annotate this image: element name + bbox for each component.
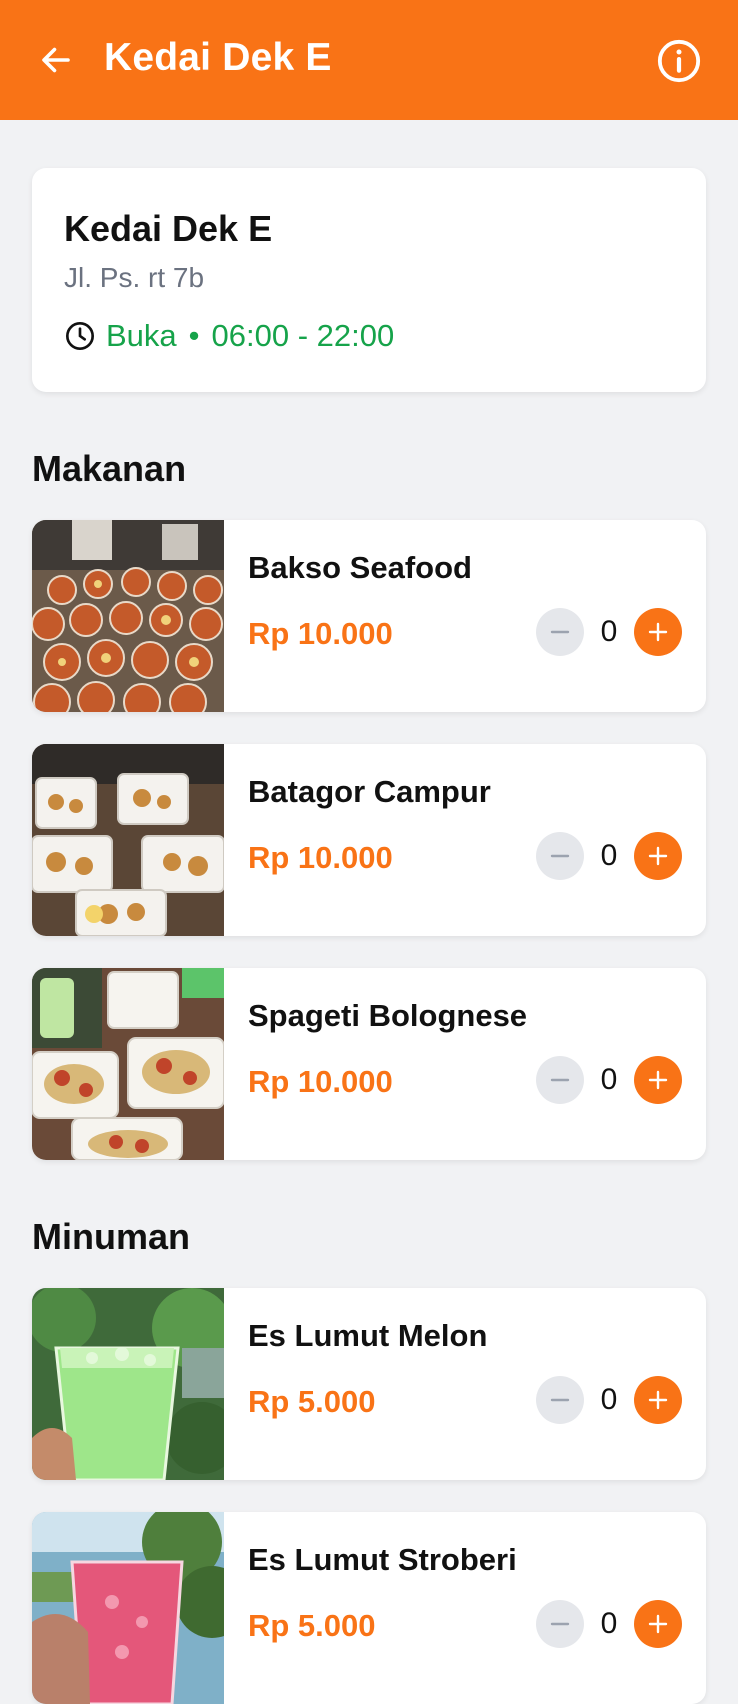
- minus-icon: [550, 1622, 570, 1626]
- item-price: Rp 10.000: [248, 840, 393, 875]
- quantity-stepper: 0: [536, 1056, 682, 1104]
- back-button[interactable]: [36, 40, 76, 80]
- item-quantity: 0: [600, 839, 618, 872]
- item-name: Bakso Seafood: [248, 550, 472, 585]
- minus-icon: [550, 1398, 570, 1402]
- menu-item[interactable]: Es Lumut Melon Rp 5.000 0: [32, 1288, 706, 1480]
- item-price: Rp 10.000: [248, 1064, 393, 1099]
- clock-icon: [64, 320, 96, 352]
- quantity-stepper: 0: [536, 608, 682, 656]
- menu-item[interactable]: Es Lumut Stroberi Rp 5.000 0: [32, 1512, 706, 1704]
- item-photo: [32, 520, 224, 712]
- minus-icon: [550, 854, 570, 858]
- menu-item[interactable]: Spageti Bolognese Rp 10.000 0: [32, 968, 706, 1160]
- item-price: Rp 10.000: [248, 616, 393, 651]
- item-photo: [32, 968, 224, 1160]
- quantity-stepper: 0: [536, 1376, 682, 1424]
- item-price: Rp 5.000: [248, 1608, 376, 1643]
- decrease-button[interactable]: [536, 1376, 584, 1424]
- increase-button[interactable]: [634, 1056, 682, 1104]
- item-quantity: 0: [600, 1383, 618, 1416]
- plus-icon: [648, 622, 668, 642]
- quantity-stepper: 0: [536, 1600, 682, 1648]
- store-name: Kedai Dek E: [64, 208, 273, 249]
- store-address: Jl. Ps. rt 7b: [64, 262, 205, 293]
- increase-button[interactable]: [634, 608, 682, 656]
- status-separator: •: [188, 318, 200, 353]
- item-quantity: 0: [600, 1607, 618, 1640]
- quantity-stepper: 0: [536, 832, 682, 880]
- plus-icon: [648, 846, 668, 866]
- item-name: Es Lumut Melon: [248, 1318, 488, 1353]
- store-hours-range: 06:00 - 22:00: [211, 318, 395, 353]
- decrease-button[interactable]: [536, 608, 584, 656]
- section-title-minuman: Minuman: [32, 1216, 190, 1257]
- increase-button[interactable]: [634, 1376, 682, 1424]
- item-photo: [32, 1512, 224, 1704]
- page-title: Kedai Dek E: [104, 36, 332, 79]
- info-button[interactable]: [656, 38, 702, 84]
- store-hours: Buka • 06:00 - 22:00: [64, 318, 394, 354]
- plus-icon: [648, 1070, 668, 1090]
- item-name: Spageti Bolognese: [248, 998, 528, 1033]
- item-quantity: 0: [600, 1063, 618, 1096]
- arrow-left-icon: [42, 47, 70, 73]
- item-price: Rp 5.000: [248, 1384, 376, 1419]
- item-name: Es Lumut Stroberi: [248, 1542, 517, 1577]
- app-bar: Kedai Dek E: [0, 0, 738, 120]
- item-name: Batagor Campur: [248, 774, 491, 809]
- plus-icon: [648, 1614, 668, 1634]
- info-circle-icon: [657, 39, 701, 83]
- increase-button[interactable]: [634, 1600, 682, 1648]
- decrease-button[interactable]: [536, 1056, 584, 1104]
- store-info-card: Kedai Dek E Jl. Ps. rt 7b Buka • 06:00 -…: [32, 168, 706, 392]
- menu-item[interactable]: Bakso Seafood Rp 10.000 0: [32, 520, 706, 712]
- decrease-button[interactable]: [536, 832, 584, 880]
- minus-icon: [550, 1078, 570, 1082]
- increase-button[interactable]: [634, 832, 682, 880]
- store-status: Buka: [106, 318, 177, 353]
- item-photo: [32, 1288, 224, 1480]
- section-title-makanan: Makanan: [32, 448, 187, 489]
- item-quantity: 0: [600, 615, 618, 648]
- decrease-button[interactable]: [536, 1600, 584, 1648]
- minus-icon: [550, 630, 570, 634]
- menu-item[interactable]: Batagor Campur Rp 10.000 0: [32, 744, 706, 936]
- plus-icon: [648, 1390, 668, 1410]
- item-photo: [32, 744, 224, 936]
